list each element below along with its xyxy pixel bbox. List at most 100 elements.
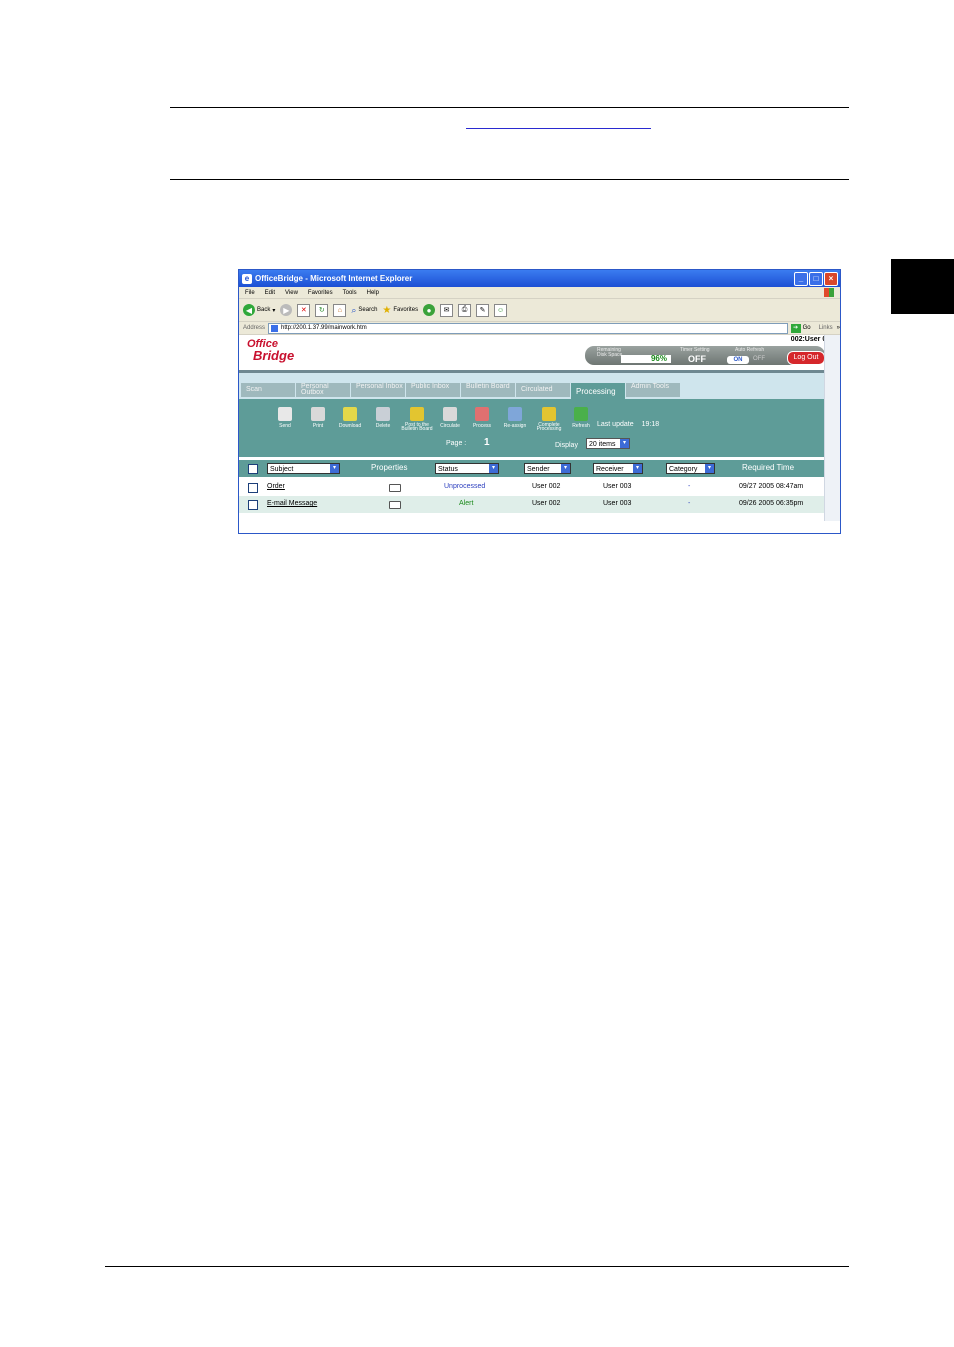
category-filter-select[interactable]: Category ▾	[666, 463, 715, 474]
forward-button[interactable]: ▶	[280, 304, 293, 316]
star-icon: ★	[382, 304, 392, 316]
process-button[interactable]: Process	[467, 407, 497, 429]
row-required-time: 09/27 2005 08:47am	[739, 483, 804, 490]
window-title: OfficeBridge - Microsoft Internet Explor…	[255, 274, 413, 283]
browser-toolbar: ◀ Back ▾ ▶ ✕ ↻ ⌂ ⌕ Search ★ Favorites ● …	[239, 299, 840, 322]
chapter-tab	[891, 259, 954, 314]
menu-help[interactable]: Help	[367, 290, 379, 296]
logout-button[interactable]: Log Out	[787, 351, 825, 365]
menu-bar: File Edit View Favorites Tools Help	[239, 287, 840, 299]
back-button[interactable]: ◀ Back ▾	[243, 304, 275, 316]
printer-icon	[311, 407, 325, 421]
row-checkbox[interactable]	[248, 483, 258, 493]
tab-scan[interactable]: Scan	[241, 383, 295, 397]
address-input[interactable]: http://200.1.37.99/mainwork.htm	[268, 322, 788, 334]
properties-icon[interactable]	[389, 484, 401, 492]
menu-tools[interactable]: Tools	[343, 290, 357, 296]
favorites-button[interactable]: ★ Favorites	[382, 305, 418, 316]
menu-view[interactable]: View	[285, 290, 298, 296]
print-button[interactable]: Print	[303, 407, 333, 429]
top-rule	[170, 107, 849, 108]
row-sender: User 002	[532, 500, 561, 507]
media-icon[interactable]: ●	[423, 304, 436, 316]
row-sender: User 002	[532, 483, 561, 490]
vertical-scrollbar[interactable]	[824, 335, 840, 521]
refresh-button[interactable]: Refresh	[566, 407, 596, 429]
receiver-filter-select[interactable]: Receiver ▾	[593, 463, 643, 474]
tab-bulletin-board[interactable]: Bulletin Board	[461, 383, 515, 397]
edit-icon[interactable]: ✎	[476, 303, 490, 317]
row-category: -	[688, 500, 691, 507]
download-icon	[343, 407, 357, 421]
browser-window: e OfficeBridge - Microsoft Internet Expl…	[238, 269, 841, 534]
messenger-icon[interactable]: ☺	[494, 303, 508, 317]
blank-link-underline	[466, 128, 651, 129]
delete-button[interactable]: Delete	[368, 407, 398, 429]
disk-space-value: 96%	[621, 355, 671, 363]
table-row[interactable]: Order Unprocessed User 002 User 003 - 09…	[239, 479, 826, 496]
required-time-header: Required Time	[742, 463, 795, 472]
auto-refresh-on-toggle[interactable]: ON	[727, 356, 749, 364]
close-icon[interactable]: ×	[824, 272, 838, 286]
chevron-down-icon: ▾	[561, 464, 570, 473]
chevron-down-icon: ▾	[633, 464, 642, 473]
sender-filter-select[interactable]: Sender ▾	[524, 463, 571, 474]
tab-personal-outbox[interactable]: Personal Outbox	[296, 383, 350, 397]
subject-sort-select[interactable]: Subject ▾	[267, 463, 340, 474]
download-button[interactable]: Download	[335, 407, 365, 429]
tab-personal-inbox[interactable]: Personal Inbox	[351, 383, 405, 397]
reassign-button[interactable]: Re-assign	[500, 407, 530, 429]
address-bar: Address http://200.1.37.99/mainwork.htm …	[239, 322, 840, 335]
home-icon[interactable]: ⌂	[333, 303, 347, 317]
minimize-icon[interactable]: _	[794, 272, 808, 286]
action-toolbar: Send Print Download Delete Post to the B…	[239, 399, 826, 457]
timer-setting-value: OFF	[688, 354, 706, 364]
status-filter-select[interactable]: Status ▾	[435, 463, 499, 474]
go-arrow-icon[interactable]: ➔	[790, 323, 801, 333]
display-count-select[interactable]: 20 items ▾	[586, 438, 630, 449]
tab-bar: Scan Personal Outbox Personal Inbox Publ…	[239, 370, 826, 399]
go-button[interactable]: Go	[803, 325, 811, 331]
page-icon	[271, 324, 279, 332]
bottom-rule-of-note	[170, 179, 849, 180]
post-bulletin-button[interactable]: Post to the Bulletin Board	[399, 407, 435, 432]
maximize-icon[interactable]: □	[809, 272, 823, 286]
tab-processing[interactable]: Processing	[571, 383, 625, 399]
complete-icon	[542, 407, 556, 421]
circulate-icon	[443, 407, 457, 421]
row-subject-link[interactable]: E-mail Message	[267, 500, 317, 507]
properties-header: Properties	[371, 463, 408, 472]
pushpin-icon	[410, 407, 424, 421]
tab-admin-tools[interactable]: Admin Tools	[626, 383, 680, 397]
row-checkbox[interactable]	[248, 500, 258, 510]
reassign-icon	[508, 407, 522, 421]
properties-icon[interactable]	[389, 501, 401, 509]
timer-setting-label: Timer Setting	[680, 347, 710, 353]
complete-processing-button[interactable]: Complete Processing	[532, 407, 566, 432]
circulate-button[interactable]: Circulate	[435, 407, 465, 429]
select-all-checkbox[interactable]	[248, 464, 258, 474]
row-category: -	[688, 483, 691, 490]
print-icon[interactable]: ⎙	[458, 303, 472, 317]
row-subject-link[interactable]: Order	[267, 483, 285, 490]
tab-public-inbox[interactable]: Public Inbox	[406, 383, 460, 397]
row-status: Alert	[459, 500, 474, 507]
menu-favorites[interactable]: Favorites	[308, 290, 333, 296]
auto-refresh-off-toggle[interactable]: OFF	[753, 356, 765, 362]
search-button[interactable]: ⌕ Search	[351, 305, 377, 316]
display-label: Display	[555, 442, 578, 449]
refresh-icon[interactable]: ↻	[315, 303, 329, 317]
links-button[interactable]: Links	[819, 325, 833, 331]
menu-file[interactable]: File	[245, 290, 255, 296]
chevron-right-icon[interactable]: »	[837, 325, 840, 331]
stop-icon[interactable]: ✕	[297, 303, 311, 317]
tab-circulated[interactable]: Circulated	[516, 383, 570, 397]
send-button[interactable]: Send	[270, 407, 300, 429]
page-label: Page :	[446, 440, 467, 447]
mail-icon[interactable]: ✉	[440, 303, 454, 317]
menu-edit[interactable]: Edit	[265, 290, 275, 296]
process-icon	[475, 407, 489, 421]
auto-refresh-label: Auto Refresh	[735, 347, 765, 353]
table-row[interactable]: E-mail Message Alert User 002 User 003 -…	[239, 496, 826, 513]
chevron-down-icon: ▾	[620, 439, 629, 448]
